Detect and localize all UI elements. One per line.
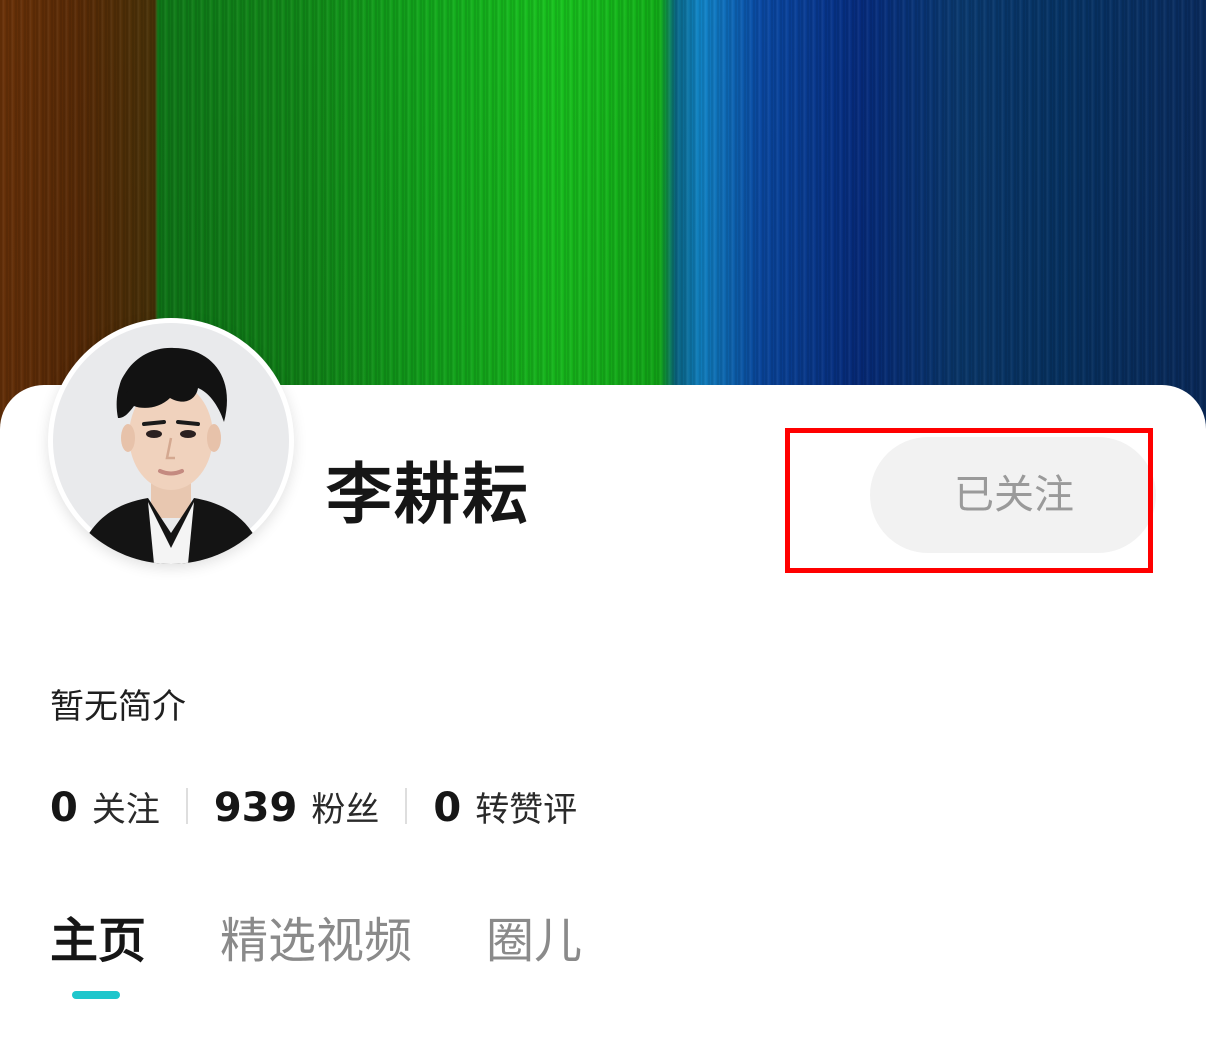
user-name: 李耕耘 bbox=[326, 456, 530, 533]
active-tab-indicator bbox=[72, 991, 120, 999]
stat-divider bbox=[185, 788, 188, 824]
stat-divider bbox=[405, 788, 408, 824]
stat-following[interactable]: 0 关注 bbox=[50, 782, 160, 831]
stat-interactions-value: 0 bbox=[433, 784, 462, 831]
stat-followers-value: 939 bbox=[213, 784, 298, 831]
bio-text: 暂无简介 bbox=[50, 687, 186, 727]
tab-circles[interactable]: 圈儿 bbox=[486, 908, 582, 974]
stat-following-value: 0 bbox=[50, 784, 78, 831]
avatar-photo-icon bbox=[53, 323, 289, 564]
tab-featured-videos[interactable]: 精选视频 bbox=[220, 908, 412, 974]
stat-followers[interactable]: 939 粉丝 bbox=[214, 782, 380, 831]
avatar[interactable] bbox=[48, 318, 294, 564]
stats-row: 0 关注 939 粉丝 0 转赞评 bbox=[50, 778, 577, 834]
profile-page: 李耕耘 已关注 暂无简介 0 关注 939 粉丝 0 转赞评 主页 精选视频 圈… bbox=[0, 0, 1206, 1039]
following-button[interactable]: 已关注 bbox=[870, 437, 1156, 553]
stat-interactions[interactable]: 0 转赞评 bbox=[433, 782, 577, 831]
stat-interactions-label: 转赞评 bbox=[475, 789, 578, 830]
stat-following-label: 关注 bbox=[91, 789, 160, 830]
stat-followers-label: 粉丝 bbox=[311, 789, 380, 830]
tab-home[interactable]: 主页 bbox=[50, 908, 146, 974]
